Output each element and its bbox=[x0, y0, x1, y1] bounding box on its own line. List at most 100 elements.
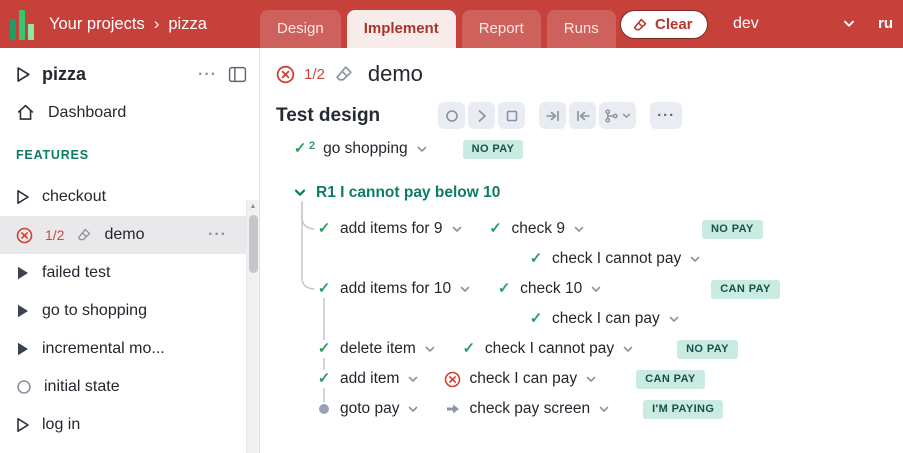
step-label[interactable]: add items for 10 bbox=[340, 280, 451, 298]
state-badge[interactable]: NO PAY bbox=[702, 220, 763, 239]
step-label[interactable]: check I can pay bbox=[552, 310, 660, 328]
logo-bars-icon bbox=[10, 9, 37, 40]
step-row-goto-pay[interactable]: goto pay check pay screen I'M PAYING bbox=[276, 394, 903, 424]
sidebar-item-initial-state[interactable]: initial state bbox=[0, 368, 259, 406]
breadcrumb: Your projects › pizza bbox=[49, 14, 207, 34]
chevron-down-icon[interactable] bbox=[574, 226, 584, 233]
chevron-down-icon[interactable] bbox=[425, 346, 435, 353]
check-icon: ✓ bbox=[292, 140, 308, 158]
feature-label: log in bbox=[42, 416, 80, 434]
test-design-toolbar: Test design bbox=[276, 102, 903, 129]
app-window: Your projects › pizza Design Implement R… bbox=[0, 0, 903, 453]
chevron-down-icon[interactable] bbox=[452, 226, 462, 233]
check-icon: ✓ bbox=[528, 250, 544, 268]
chevron-down-icon[interactable] bbox=[599, 406, 609, 413]
step-label[interactable]: goto pay bbox=[340, 400, 399, 418]
skip-start-icon bbox=[575, 108, 591, 124]
sidebar-scrollbar[interactable]: ▲ bbox=[246, 200, 259, 453]
step-go-shopping[interactable]: ✓ 2 go shopping NO PAY bbox=[276, 134, 903, 164]
run-button-partial[interactable]: ru bbox=[878, 15, 893, 32]
step-row-add-items-for-9[interactable]: ✓ add items for 9 ✓ check 9 NO PAY bbox=[276, 214, 903, 244]
step-label[interactable]: check 9 bbox=[512, 220, 565, 238]
toolbar-more-button[interactable]: ··· bbox=[650, 102, 682, 129]
state-badge[interactable]: CAN PAY bbox=[711, 280, 779, 299]
rule-group-label[interactable]: R1 I cannot pay below 10 bbox=[316, 184, 500, 202]
tab-implement[interactable]: Implement bbox=[347, 10, 456, 48]
step-row-check-i-cannot-pay[interactable]: ✓ check I cannot pay bbox=[276, 244, 903, 274]
collapse-panel-icon[interactable] bbox=[228, 66, 247, 83]
features-section-header: FEATURES bbox=[16, 148, 259, 162]
feature-label: demo bbox=[104, 226, 144, 244]
state-badge[interactable]: CAN PAY bbox=[636, 370, 704, 389]
feature-label: checkout bbox=[42, 188, 106, 206]
scroll-up-icon[interactable]: ▲ bbox=[247, 203, 259, 210]
chevron-down-icon[interactable] bbox=[669, 316, 679, 323]
step-label[interactable]: add items for 9 bbox=[340, 220, 443, 238]
sidebar-item-log-in[interactable]: log in bbox=[0, 406, 259, 444]
chevron-down-icon[interactable] bbox=[586, 376, 596, 383]
tab-report[interactable]: Report bbox=[462, 10, 541, 48]
check-icon: ✓ bbox=[316, 340, 332, 358]
step-label[interactable]: add item bbox=[340, 370, 399, 388]
project-more-icon[interactable]: ··· bbox=[198, 67, 217, 83]
feature-label: go to shopping bbox=[42, 302, 147, 320]
sidebar-item-demo[interactable]: 1/2 demo ··· bbox=[0, 216, 259, 254]
navigation-controls-group bbox=[539, 102, 636, 129]
step-label[interactable]: check I can pay bbox=[469, 370, 577, 388]
rule-group-r1[interactable]: R1 I cannot pay below 10 bbox=[276, 178, 903, 208]
step-label[interactable]: check I cannot pay bbox=[485, 340, 614, 358]
state-badge[interactable]: I'M PAYING bbox=[643, 400, 723, 419]
chevron-down-icon[interactable] bbox=[690, 256, 700, 263]
step-label[interactable]: check I cannot pay bbox=[552, 250, 681, 268]
step-row-check-i-can-pay[interactable]: ✓ check I can pay bbox=[276, 304, 903, 334]
step-label[interactable]: check pay screen bbox=[469, 400, 590, 418]
chevron-down-icon[interactable] bbox=[408, 376, 418, 383]
clear-button[interactable]: Clear bbox=[620, 10, 708, 39]
chevron-down-icon[interactable] bbox=[417, 146, 427, 153]
environment-dropdown[interactable]: dev bbox=[733, 0, 855, 48]
next-step-arrow-icon bbox=[444, 403, 461, 415]
sidebar-item-checkout[interactable]: checkout bbox=[0, 178, 259, 216]
skip-to-end-button[interactable] bbox=[539, 102, 566, 129]
step-label[interactable]: delete item bbox=[340, 340, 416, 358]
chevron-down-icon[interactable] bbox=[623, 346, 633, 353]
sidebar-item-incremental[interactable]: incremental mo... bbox=[0, 330, 259, 368]
breadcrumb-current-project[interactable]: pizza bbox=[168, 15, 207, 34]
feature-label: initial state bbox=[44, 378, 120, 396]
check-icon: ✓ bbox=[528, 310, 544, 328]
branch-menu-button[interactable] bbox=[599, 102, 636, 129]
sidebar-project-row[interactable]: pizza ··· bbox=[0, 48, 259, 85]
record-button[interactable] bbox=[438, 102, 465, 129]
tab-design[interactable]: Design bbox=[260, 10, 341, 48]
feature-header: 1/2 demo bbox=[261, 48, 903, 87]
step-count: 2 bbox=[309, 140, 315, 152]
stop-button[interactable] bbox=[498, 102, 525, 129]
play-outline-icon bbox=[16, 417, 30, 433]
circle-icon bbox=[444, 108, 460, 124]
chevron-down-icon[interactable] bbox=[591, 286, 601, 293]
step-label[interactable]: go shopping bbox=[323, 140, 407, 158]
home-icon bbox=[16, 103, 35, 122]
feature-more-icon[interactable]: ··· bbox=[208, 227, 227, 243]
sidebar-item-dashboard[interactable]: Dashboard bbox=[0, 103, 259, 122]
scrollbar-thumb[interactable] bbox=[249, 215, 258, 273]
step-row-add-item[interactable]: ✓ add item check I can pay CAN PAY bbox=[276, 364, 903, 394]
tab-runs[interactable]: Runs bbox=[547, 10, 616, 48]
error-icon bbox=[16, 227, 33, 244]
main-panel: 1/2 demo Test design bbox=[261, 48, 903, 453]
state-badge[interactable]: NO PAY bbox=[463, 140, 524, 159]
sidebar-item-failed-test[interactable]: failed test bbox=[0, 254, 259, 292]
sidebar-item-go-to-shopping[interactable]: go to shopping bbox=[0, 292, 259, 330]
app-logo[interactable] bbox=[10, 9, 37, 40]
state-badge[interactable]: NO PAY bbox=[677, 340, 738, 359]
breadcrumb-projects-link[interactable]: Your projects bbox=[49, 15, 145, 34]
step-row-add-items-for-10[interactable]: ✓ add items for 10 ✓ check 10 CAN PAY bbox=[276, 274, 903, 304]
chevron-down-icon[interactable] bbox=[460, 286, 470, 293]
page-title: demo bbox=[368, 61, 423, 87]
step-label[interactable]: check 10 bbox=[520, 280, 582, 298]
play-step-button[interactable] bbox=[468, 102, 495, 129]
chevron-down-icon[interactable] bbox=[408, 406, 418, 413]
step-row-delete-item[interactable]: ✓ delete item ✓ check I cannot pay NO PA… bbox=[276, 334, 903, 364]
chevron-down-icon[interactable] bbox=[294, 189, 306, 197]
skip-to-start-button[interactable] bbox=[569, 102, 596, 129]
